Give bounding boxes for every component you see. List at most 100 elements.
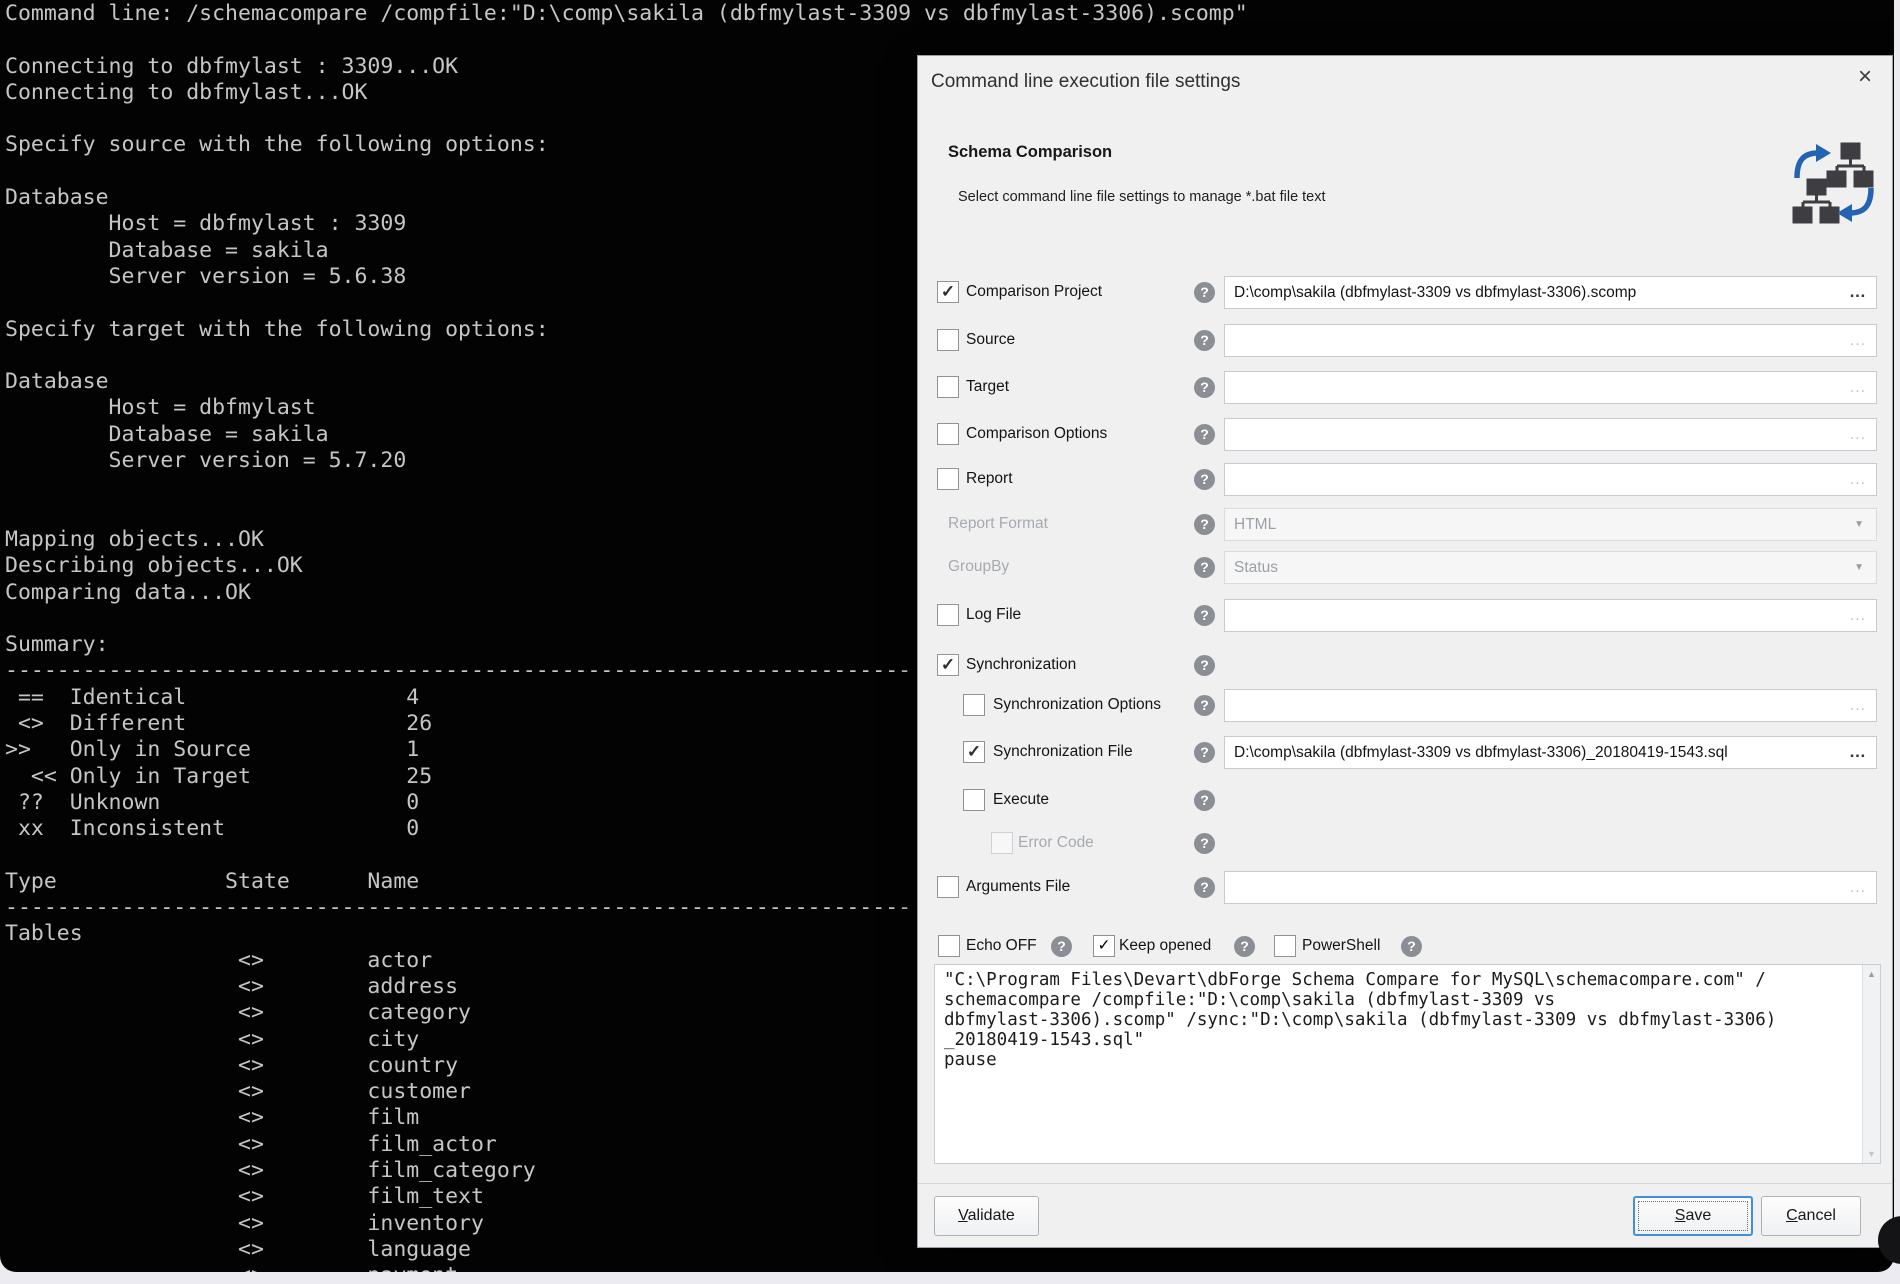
field-value: D:\comp\sakila (dbfmylast-3309 vs dbfmyl… [1234, 744, 1728, 761]
row-comparison-project: ✓ Comparison Project ? D:\comp\sakila (d… [932, 276, 1877, 309]
checkbox-arguments-file[interactable] [937, 876, 959, 898]
label-arguments-file: Arguments File [966, 878, 1070, 896]
help-icon[interactable]: ? [1194, 377, 1215, 398]
help-icon[interactable]: ? [1194, 514, 1215, 535]
screenshot-frame: Command line: /schemacompare /compfile:"… [0, 0, 1900, 1284]
checkmark-icon: ✓ [964, 742, 984, 761]
browse-button: … [1841, 873, 1875, 902]
browse-button: … [1841, 373, 1875, 402]
browse-button: … [1841, 420, 1875, 449]
help-icon[interactable]: ? [1194, 605, 1215, 626]
field-value: D:\comp\sakila (dbfmylast-3309 vs dbfmyl… [1234, 284, 1636, 301]
bat-text: "C:\Program Files\Devart\dbForge Schema … [935, 965, 1880, 1075]
scroll-down-icon[interactable]: ▼ [1863, 1149, 1880, 1159]
field-synchronization-file[interactable]: D:\comp\sakila (dbfmylast-3309 vs dbfmyl… [1224, 736, 1877, 769]
checkbox-error-code [991, 832, 1013, 854]
field-target[interactable]: … [1224, 371, 1877, 404]
help-icon[interactable]: ? [1194, 742, 1215, 763]
checkbox-log-file[interactable] [937, 604, 959, 626]
checkbox-target[interactable] [937, 376, 959, 398]
checkmark-icon: ✓ [938, 282, 958, 301]
label-comparison-options: Comparison Options [966, 425, 1107, 443]
browse-button[interactable]: … [1841, 278, 1875, 307]
help-icon[interactable]: ? [1401, 936, 1422, 957]
help-icon[interactable]: ? [1194, 790, 1215, 811]
label-synchronization-options: Synchronization Options [993, 696, 1161, 714]
save-button[interactable]: Save [1633, 1196, 1753, 1236]
help-icon[interactable]: ? [1194, 655, 1215, 676]
browse-button: … [1841, 691, 1875, 720]
field-comparison-project[interactable]: D:\comp\sakila (dbfmylast-3309 vs dbfmyl… [1224, 276, 1877, 309]
help-icon[interactable]: ? [1194, 833, 1215, 854]
cancel-button[interactable]: Cancel [1761, 1196, 1861, 1236]
label-source: Source [966, 331, 1015, 349]
row-execute: Execute ? [932, 784, 1877, 817]
checkbox-comparison-options[interactable] [937, 423, 959, 445]
section-description: Select command line file settings to man… [958, 189, 1326, 205]
help-icon[interactable]: ? [1194, 282, 1215, 303]
dropdown-report-format: HTML ▼ [1224, 508, 1877, 541]
dropdown-caret-icon: ▼ [1854, 509, 1864, 540]
field-source[interactable]: … [1224, 324, 1877, 357]
row-error-code: Error Code ? [932, 827, 1877, 860]
field-log-file[interactable]: … [1224, 599, 1877, 632]
label-error-code: Error Code [1018, 834, 1094, 852]
label-powershell: PowerShell [1302, 937, 1380, 955]
checkbox-source[interactable] [937, 329, 959, 351]
dialog-title: Command line execution file settings [931, 71, 1240, 93]
checkbox-comparison-project[interactable]: ✓ [937, 281, 959, 303]
browse-button[interactable]: … [1841, 738, 1875, 767]
checkbox-echo-off[interactable] [938, 935, 960, 957]
row-target: Target ? … [932, 371, 1877, 404]
dropdown-value: HTML [1234, 516, 1276, 533]
label-report: Report [966, 470, 1013, 488]
help-icon[interactable]: ? [1194, 877, 1215, 898]
help-icon[interactable]: ? [1051, 936, 1072, 957]
row-source: Source ? … [932, 324, 1877, 357]
help-icon[interactable]: ? [1194, 695, 1215, 716]
field-synchronization-options[interactable]: … [1224, 689, 1877, 722]
label-comparison-project: Comparison Project [966, 283, 1102, 301]
schema-comparison-icon [1792, 140, 1876, 226]
bat-text-area[interactable]: "C:\Program Files\Devart\dbForge Schema … [934, 964, 1881, 1164]
help-icon[interactable]: ? [1234, 936, 1255, 957]
browse-button: … [1841, 326, 1875, 355]
checkbox-powershell[interactable] [1274, 935, 1296, 957]
label-execute: Execute [993, 791, 1049, 809]
row-log-file: Log File ? … [932, 599, 1877, 632]
field-report[interactable]: … [1224, 463, 1877, 496]
checkbox-synchronization[interactable]: ✓ [937, 654, 959, 676]
checkbox-synchronization-file[interactable]: ✓ [963, 741, 985, 763]
row-synchronization-options: Synchronization Options ? … [932, 689, 1877, 722]
field-arguments-file[interactable]: … [1224, 871, 1877, 904]
field-comparison-options[interactable]: … [1224, 418, 1877, 451]
help-icon[interactable]: ? [1194, 330, 1215, 351]
validate-button[interactable]: Validate [934, 1196, 1039, 1236]
command-line-settings-dialog: Command line execution file settings × S… [917, 55, 1893, 1248]
row-report: Report ? … [932, 463, 1877, 496]
checkbox-keep-opened[interactable]: ✓ [1093, 935, 1115, 957]
checkbox-synchronization-options[interactable] [963, 694, 985, 716]
checkmark-icon: ✓ [1098, 937, 1111, 954]
browse-button: … [1841, 601, 1875, 630]
help-icon[interactable]: ? [1194, 424, 1215, 445]
console-window: Command line: /schemacompare /compfile:"… [0, 0, 1894, 1272]
help-icon[interactable]: ? [1194, 557, 1215, 578]
label-target: Target [966, 378, 1009, 396]
checkbox-execute[interactable] [963, 789, 985, 811]
label-synchronization-file: Synchronization File [993, 743, 1133, 761]
label-echo-off: Echo OFF [966, 937, 1037, 955]
browse-button: … [1841, 465, 1875, 494]
close-icon[interactable]: × [1858, 64, 1872, 90]
scroll-up-icon[interactable]: ▲ [1863, 969, 1880, 979]
footer-divider [918, 1183, 1892, 1184]
checkmark-icon: ✓ [938, 655, 958, 674]
dropdown-caret-icon: ▼ [1854, 552, 1864, 583]
scrollbar[interactable]: ▲ ▼ [1862, 965, 1880, 1163]
section-title: Schema Comparison [948, 143, 1112, 162]
checkbox-report[interactable] [937, 468, 959, 490]
help-icon[interactable]: ? [1194, 469, 1215, 490]
dropdown-groupby: Status▼ [1224, 551, 1877, 584]
row-comparison-options: Comparison Options ? … [932, 418, 1877, 451]
row-groupby: GroupBy ? Status▼ [932, 551, 1877, 584]
